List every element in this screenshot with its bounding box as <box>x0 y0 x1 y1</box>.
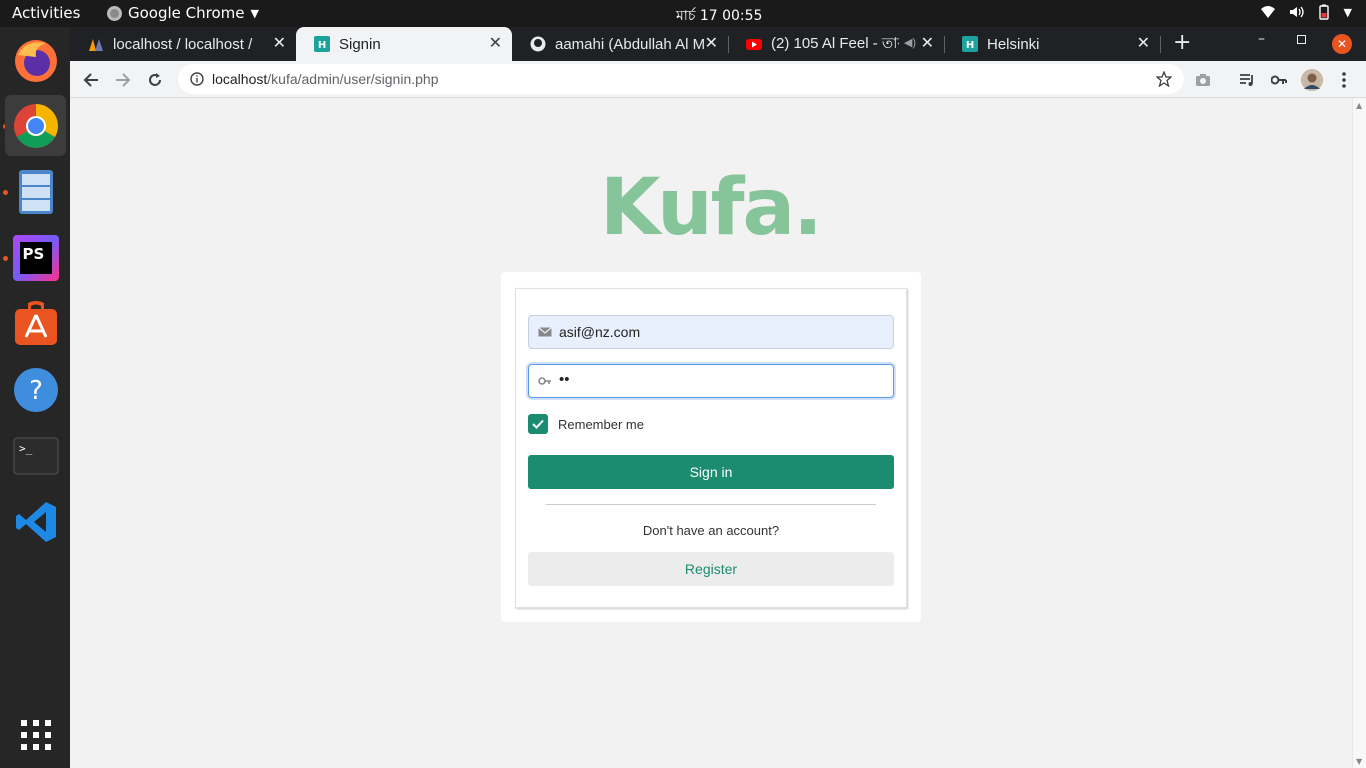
arrow-left-icon <box>83 73 98 87</box>
svg-text:>_: >_ <box>19 442 33 455</box>
dock-chrome[interactable] <box>5 95 66 156</box>
svg-text:H: H <box>318 40 326 51</box>
vscode-icon <box>15 501 56 542</box>
h-icon: H <box>314 36 330 52</box>
back-button[interactable] <box>78 67 104 93</box>
screenshot-extension-button[interactable] <box>1190 67 1216 93</box>
svg-text:H: H <box>966 40 974 51</box>
reload-button[interactable] <box>142 67 168 93</box>
close-icon[interactable]: ✕ <box>1137 36 1150 52</box>
clock[interactable]: মার্চ 17 00:55 <box>676 4 762 28</box>
minimize-button[interactable]: – <box>1258 31 1265 47</box>
address-bar[interactable]: localhost/kufa/admin/user/signin.php <box>178 64 1184 94</box>
page-scrollbar[interactable]: ▲ ▼ <box>1352 99 1366 768</box>
tab-localhost[interactable]: localhost / localhost / ✕ <box>70 27 296 61</box>
signin-form: asif@nz.com •• Remember me Sign in Don't… <box>515 288 907 608</box>
dock-firefox[interactable] <box>5 30 66 91</box>
profile-button[interactable] <box>1299 67 1325 93</box>
signin-card: asif@nz.com •• Remember me Sign in Don't… <box>501 272 921 622</box>
terminal-icon: >_ <box>13 437 58 474</box>
chrome-menu-button[interactable] <box>1331 67 1357 93</box>
chevron-down-icon: ▼ <box>250 6 259 20</box>
app-grid-icon <box>20 719 51 750</box>
reload-icon <box>149 73 161 86</box>
key-icon <box>538 377 551 385</box>
signin-button[interactable]: Sign in <box>528 455 894 489</box>
media-controls-button[interactable] <box>1234 67 1260 93</box>
dock: PS ? >_ <box>0 27 70 768</box>
github-icon <box>530 36 546 52</box>
close-icon[interactable]: ✕ <box>921 36 934 52</box>
software-center-icon <box>14 300 57 345</box>
speaker-icon: ◀) <box>903 37 916 49</box>
status-menu[interactable]: ▼ <box>1260 4 1352 20</box>
remember-label[interactable]: Remember me <box>558 417 644 432</box>
app-menu[interactable]: Google Chrome ▼ <box>107 4 259 22</box>
remember-checkbox[interactable] <box>528 414 548 434</box>
tab-helsinki[interactable]: H Helsinki ✕ <box>944 27 1160 61</box>
avatar <box>1301 69 1323 91</box>
h-icon: H <box>962 36 978 52</box>
dock-files[interactable] <box>5 161 66 222</box>
youtube-icon <box>746 39 762 50</box>
wifi-icon <box>1260 6 1275 18</box>
system-top-bar: Activities Google Chrome ▼ মার্চ 17 00:5… <box>0 0 1366 27</box>
close-window-button[interactable]: ✕ <box>1332 34 1352 54</box>
power-menu-chevron-icon: ▼ <box>1343 5 1352 19</box>
remember-me: Remember me <box>528 414 644 434</box>
email-value: asif@nz.com <box>559 324 641 340</box>
dock-software-center[interactable] <box>5 293 66 354</box>
close-icon[interactable]: ✕ <box>705 36 718 52</box>
key-icon <box>1271 75 1287 85</box>
files-icon <box>18 169 53 214</box>
tab-signin[interactable]: H Signin ✕ <box>296 27 512 61</box>
phpmyadmin-icon <box>89 39 103 51</box>
tab-strip: localhost / localhost / ✕ H Signin ✕ aam… <box>70 27 1366 61</box>
check-icon <box>532 419 544 429</box>
battery-icon <box>1318 4 1329 20</box>
url-text: localhost/kufa/admin/user/signin.php <box>212 71 439 87</box>
close-icon[interactable]: ✕ <box>489 36 502 52</box>
brand-logo: Kufa. <box>600 163 823 253</box>
svg-text:?: ? <box>29 376 43 406</box>
close-icon[interactable]: ✕ <box>273 36 286 52</box>
help-icon: ? <box>13 367 58 412</box>
browser-toolbar: localhost/kufa/admin/user/signin.php <box>70 61 1366 98</box>
email-field[interactable]: asif@nz.com <box>528 315 894 349</box>
arrow-right-icon <box>116 73 131 87</box>
more-vert-icon <box>1342 72 1346 88</box>
password-mask: •• <box>559 371 570 388</box>
info-icon[interactable] <box>190 72 204 86</box>
page-content: Kufa. asif@nz.com •• Remember me Sign in… <box>70 99 1352 768</box>
app-name: Google Chrome <box>128 4 245 22</box>
maximize-button[interactable] <box>1297 35 1306 44</box>
no-account-text: Don't have an account? <box>642 523 780 538</box>
forward-button[interactable] <box>110 67 136 93</box>
chrome-icon <box>13 103 58 148</box>
dock-vscode[interactable] <box>5 491 66 552</box>
tab-youtube[interactable]: (2) 105 Al Feel - তাফ ◀) ✕ <box>728 27 944 61</box>
volume-icon <box>1289 6 1304 18</box>
playlist-icon <box>1240 74 1253 86</box>
new-tab-button[interactable]: + <box>1173 30 1191 55</box>
tab-github[interactable]: aamahi (Abdullah Al M ✕ <box>512 27 728 61</box>
dock-help[interactable]: ? <box>5 359 66 420</box>
firefox-icon <box>14 39 57 82</box>
register-button[interactable]: Register <box>528 552 894 586</box>
passwords-button[interactable] <box>1266 67 1292 93</box>
divider <box>546 504 876 505</box>
dock-app-grid[interactable] <box>5 704 66 765</box>
password-field[interactable]: •• <box>528 364 894 398</box>
star-icon[interactable] <box>1156 71 1172 87</box>
activities-button[interactable]: Activities <box>12 4 80 22</box>
dock-phpstorm[interactable]: PS <box>5 227 66 288</box>
camera-icon <box>1196 74 1210 86</box>
chrome-app-icon <box>107 5 122 21</box>
chrome-window: localhost / localhost / ✕ H Signin ✕ aam… <box>70 27 1366 768</box>
phpstorm-icon: PS <box>12 234 59 281</box>
dock-terminal[interactable]: >_ <box>5 425 66 486</box>
envelope-icon <box>538 327 552 337</box>
